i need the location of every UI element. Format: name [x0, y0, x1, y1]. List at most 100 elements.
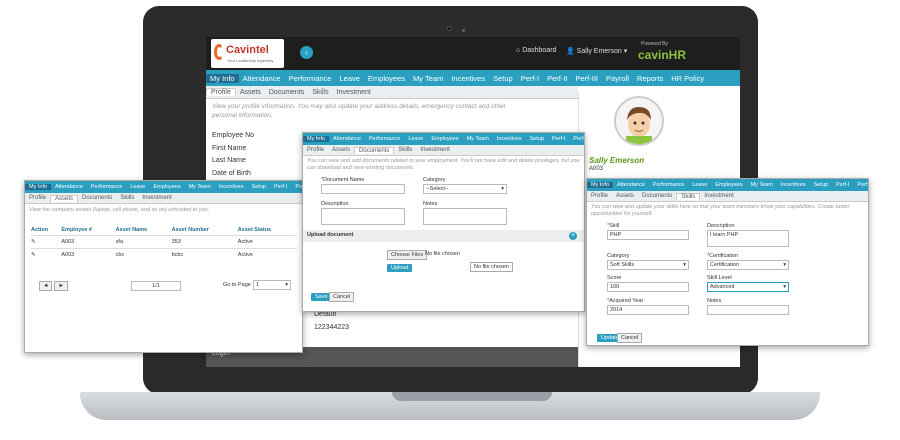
- doc-category-select[interactable]: --Select-- ▾: [423, 184, 507, 194]
- company-logo[interactable]: Cavintel Your Leadership Ingenuity: [211, 39, 284, 68]
- panel-nav-item-1[interactable]: Attendance: [329, 136, 365, 142]
- tab-4[interactable]: Investment: [333, 89, 375, 96]
- cancel-button[interactable]: Cancel: [329, 292, 355, 302]
- tab-0[interactable]: Profile: [587, 193, 612, 199]
- skills-cancel-button[interactable]: Cancel: [617, 333, 643, 343]
- skill-level-label: Skill Level: [707, 275, 732, 281]
- tab-3[interactable]: Skills: [308, 89, 332, 96]
- panel-nav-item-7[interactable]: Setup: [810, 182, 832, 188]
- tab-0[interactable]: Profile: [303, 147, 328, 153]
- tab-4[interactable]: Investment: [416, 147, 453, 153]
- documents-help: You can view and add documents related t…: [307, 158, 580, 171]
- tab-4[interactable]: Investment: [700, 193, 737, 199]
- panel-nav-item-9[interactable]: Perf-II: [291, 184, 302, 190]
- panel-nav-item-5[interactable]: My Team: [747, 182, 777, 188]
- skill-level-select[interactable]: Advanced ▾: [707, 282, 789, 292]
- tab-0[interactable]: Profile: [206, 88, 236, 96]
- panel-nav-item-3[interactable]: Leave: [404, 136, 427, 142]
- panel-nav-item-6[interactable]: Incentives: [215, 184, 248, 190]
- tab-1[interactable]: Assets: [328, 147, 354, 153]
- nav-item-8[interactable]: Perf-I: [517, 74, 543, 83]
- panel-nav-item-2[interactable]: Performance: [87, 184, 127, 190]
- tab-0[interactable]: Profile: [25, 195, 50, 201]
- tab-4[interactable]: Investment: [138, 195, 175, 201]
- nav-item-0[interactable]: My Info: [206, 73, 239, 83]
- tab-1[interactable]: Assets: [50, 194, 79, 202]
- upload-button[interactable]: Upload: [387, 264, 413, 272]
- next-page-icon[interactable]: ►: [54, 281, 68, 291]
- skill-input[interactable]: PHP: [607, 230, 689, 240]
- panel-nav-item-0[interactable]: My Info: [587, 182, 614, 188]
- logo-tagline: Your Leadership Ingenuity: [227, 58, 274, 63]
- panel-nav-item-4[interactable]: Employees: [711, 182, 746, 188]
- panel-nav-item-8[interactable]: Perf-I: [832, 182, 853, 188]
- panel-nav-item-2[interactable]: Performance: [649, 182, 689, 188]
- prev-page-icon[interactable]: ◄: [39, 281, 53, 291]
- panel-nav-item-9[interactable]: Perf-II: [853, 182, 868, 188]
- nav-item-7[interactable]: Setup: [489, 74, 517, 83]
- panel-nav-item-5[interactable]: My Team: [463, 136, 493, 142]
- doc-notes-input[interactable]: [423, 208, 507, 225]
- sidebar-toggle-icon[interactable]: ‹: [300, 46, 313, 59]
- tab-2[interactable]: Documents: [78, 195, 116, 201]
- score-input[interactable]: 100: [607, 282, 689, 292]
- nav-item-5[interactable]: My Team: [409, 74, 447, 83]
- panel-nav-item-0[interactable]: My Info: [303, 136, 330, 142]
- panel-nav-item-6[interactable]: Incentives: [493, 136, 526, 142]
- skill-description-input[interactable]: I learn PHP: [707, 230, 789, 247]
- document-name-input[interactable]: [321, 184, 405, 194]
- panel-nav-item-8[interactable]: Perf-I: [270, 184, 291, 190]
- doc-description-input[interactable]: [321, 208, 405, 225]
- panel-nav-item-2[interactable]: Performance: [365, 136, 405, 142]
- nav-item-13[interactable]: HR Policy: [667, 74, 708, 83]
- acquired-year-input[interactable]: 2014: [607, 305, 689, 315]
- tab-3[interactable]: Skills: [676, 192, 701, 200]
- nav-item-4[interactable]: Employees: [364, 74, 409, 83]
- tab-2[interactable]: Documents: [265, 89, 308, 96]
- panel-nav-item-7[interactable]: Setup: [248, 184, 270, 190]
- skill-description-label: Description: [707, 223, 735, 229]
- edit-icon[interactable]: ✎: [31, 248, 62, 261]
- tab-3[interactable]: Skills: [394, 147, 416, 153]
- panel-nav-item-9[interactable]: Perf-II: [569, 136, 584, 142]
- tab-3[interactable]: Skills: [116, 195, 138, 201]
- panel-nav-item-4[interactable]: Employees: [427, 136, 462, 142]
- tab-2[interactable]: Documents: [638, 193, 676, 199]
- panel-nav-item-1[interactable]: Attendance: [613, 182, 649, 188]
- nav-item-10[interactable]: Perf-III: [571, 74, 602, 83]
- powered-by: Powered By: [641, 41, 668, 47]
- tab-2[interactable]: Documents: [354, 146, 395, 154]
- panel-nav-item-0[interactable]: My Info: [25, 184, 52, 190]
- user-menu[interactable]: 👤 Sally Emerson ▾: [566, 47, 627, 55]
- doc-description-label: Description: [321, 201, 349, 207]
- panel-nav-item-3[interactable]: Leave: [126, 184, 149, 190]
- tab-1[interactable]: Assets: [236, 89, 265, 96]
- document-name-text: Document Name: [323, 177, 365, 183]
- nav-item-11[interactable]: Payroll: [602, 74, 633, 83]
- edit-icon[interactable]: ✎: [31, 235, 62, 249]
- certification-select[interactable]: Certification ▾: [707, 260, 789, 270]
- choose-files-button[interactable]: Choose Files: [387, 250, 428, 260]
- nav-item-1[interactable]: Attendance: [239, 74, 285, 83]
- goto-select[interactable]: 1 ▾: [253, 280, 291, 290]
- tab-1[interactable]: Assets: [612, 193, 638, 199]
- skill-notes-input[interactable]: [707, 305, 789, 315]
- nav-item-9[interactable]: Perf-II: [543, 74, 571, 83]
- nav-item-3[interactable]: Leave: [335, 74, 363, 83]
- nav-item-6[interactable]: Incentives: [447, 74, 489, 83]
- panel-nav-item-1[interactable]: Attendance: [51, 184, 87, 190]
- nav-item-12[interactable]: Reports: [633, 74, 667, 83]
- add-document-icon[interactable]: +: [569, 232, 577, 240]
- panel-nav-item-7[interactable]: Setup: [526, 136, 548, 142]
- panel-nav-item-8[interactable]: Perf-I: [548, 136, 569, 142]
- panel-nav-item-4[interactable]: Employees: [149, 184, 184, 190]
- dashboard-link[interactable]: ⌂ Dashboard: [516, 47, 556, 54]
- skill-category-select[interactable]: Soft Skills ▾: [607, 260, 689, 270]
- panel-nav-item-5[interactable]: My Team: [185, 184, 215, 190]
- panel-nav-item-3[interactable]: Leave: [688, 182, 711, 188]
- skill-level-value: Advanced: [710, 284, 735, 290]
- panel-nav-item-6[interactable]: Incentives: [777, 182, 810, 188]
- nav-item-2[interactable]: Performance: [285, 74, 336, 83]
- webcam-light: [462, 29, 465, 32]
- table-row: ✎ A003 sfa 353 Active: [31, 235, 297, 249]
